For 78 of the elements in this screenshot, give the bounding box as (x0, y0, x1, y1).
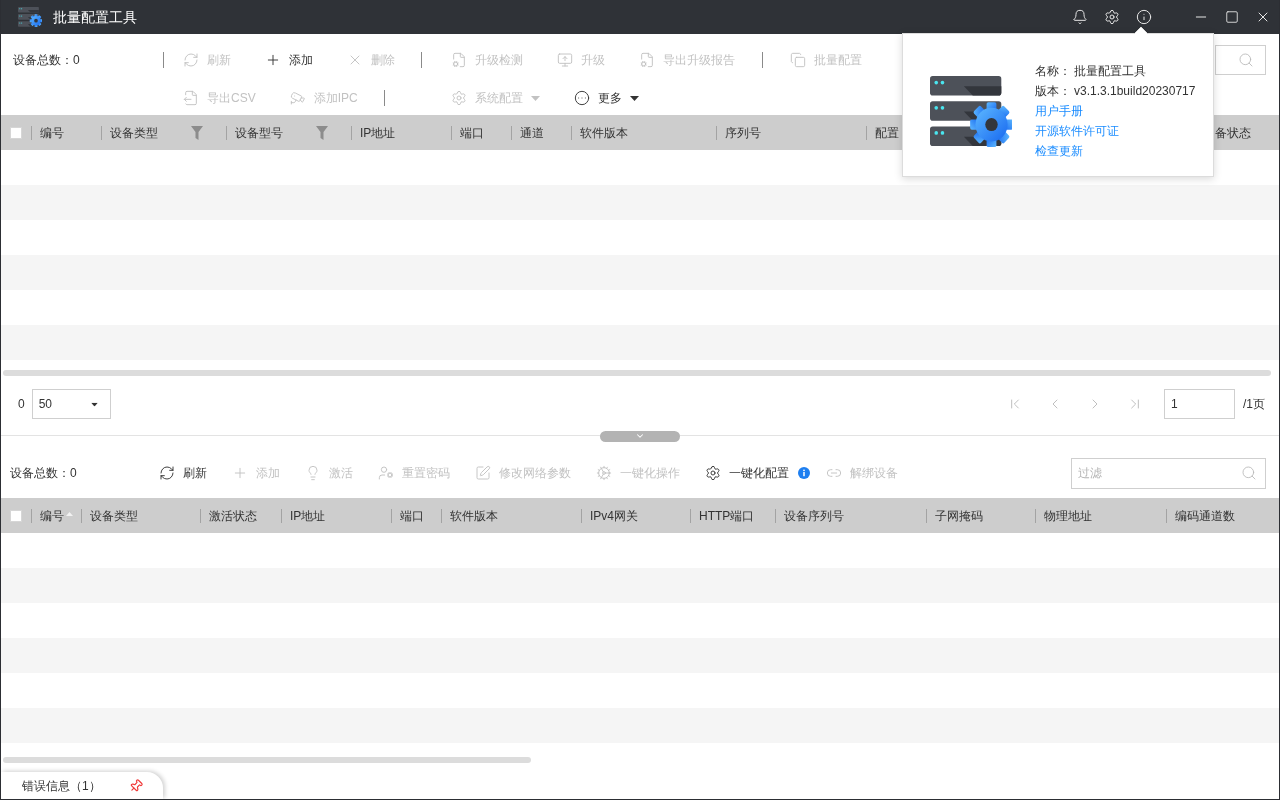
window-title: 批量配置工具 (53, 7, 137, 27)
caret-down-icon (531, 95, 540, 101)
refresh-icon (159, 465, 175, 481)
gear-icon (705, 465, 721, 481)
document-arrow-icon (183, 90, 199, 106)
search-icon (1238, 52, 1254, 68)
document-gear-icon (451, 52, 467, 68)
server-gear-icon (18, 7, 42, 27)
column-header[interactable]: 端口 (451, 115, 511, 150)
toolbar-button[interactable]: 刷新 (159, 457, 207, 489)
column-header[interactable]: 设备类型 (101, 115, 226, 150)
column-header[interactable]: 通道 (511, 115, 571, 150)
page-size-select[interactable]: 50 (31, 389, 111, 419)
error-info-tab[interactable]: 错误信息（1） (1, 772, 163, 799)
horizontal-scrollbar[interactable] (3, 757, 531, 763)
copy-icon (790, 52, 806, 68)
toolbar-button[interactable]: 更多 (557, 82, 656, 114)
collapse-handle[interactable] (600, 430, 680, 442)
filter-field[interactable]: 过滤 (1071, 457, 1266, 489)
caret-down-icon (90, 402, 98, 406)
document-gear-icon (639, 52, 655, 68)
column-header[interactable]: 编号 (31, 498, 81, 533)
total-count: 0 (18, 396, 25, 413)
maximize-icon[interactable] (1225, 10, 1239, 24)
info-icon[interactable] (1136, 9, 1152, 25)
filter-icon[interactable] (316, 125, 328, 140)
about-link[interactable]: 用户手册 (1035, 102, 1083, 120)
edit-icon (475, 465, 491, 481)
bell-icon[interactable] (1072, 9, 1088, 25)
column-header[interactable]: HTTP端口 (690, 498, 775, 533)
search-icon (1241, 464, 1257, 481)
column-header[interactable]: IP地址 (281, 498, 391, 533)
field-value: v3.1.3.1build20230717 (1074, 83, 1196, 100)
column-header[interactable]: 设备型号 (226, 115, 351, 150)
plus-icon (265, 52, 281, 68)
column-header[interactable]: 子网掩码 (926, 498, 1035, 533)
column-header[interactable]: 软件版本 (571, 115, 716, 150)
about-link[interactable]: 检查更新 (1035, 142, 1083, 160)
column-header[interactable]: 编号 (31, 115, 101, 150)
column-header[interactable]: IP地址 (351, 115, 451, 150)
toolbar-button[interactable]: 添加 (248, 44, 330, 76)
caret-down-icon (630, 95, 639, 101)
plus-icon (232, 465, 248, 481)
monitor-upload-icon (557, 52, 573, 68)
column-header[interactable]: 设备类型 (81, 498, 200, 533)
chevron-down-icon (635, 431, 645, 441)
page-count-label: /1页 (1243, 396, 1265, 413)
gear-icon (451, 90, 467, 106)
select-all-checkbox[interactable] (10, 509, 22, 522)
column-header[interactable]: 端口 (391, 498, 441, 533)
refresh-icon (183, 52, 199, 68)
device-count-label: 设备总数：0 (13, 52, 80, 69)
user-gear-icon (378, 465, 394, 481)
field-label: 版本： (1035, 83, 1072, 100)
field-label: 名称： (1035, 63, 1072, 80)
about-link[interactable]: 开源软件许可证 (1035, 122, 1119, 140)
toolbar-button[interactable]: 一键化配置 (705, 457, 789, 489)
column-header[interactable]: 配置 (866, 115, 901, 150)
camera-icon (289, 90, 306, 106)
column-header[interactable]: 编码通道数 (1166, 498, 1279, 533)
column-header[interactable]: 设备序列号 (775, 498, 926, 533)
column-header[interactable]: IPv4网关 (581, 498, 690, 533)
select-all-checkbox[interactable] (10, 126, 22, 139)
ellipsis-icon (574, 90, 590, 106)
search-field[interactable] (1215, 45, 1266, 75)
settings-icon[interactable] (1104, 9, 1120, 25)
filter-icon[interactable] (191, 125, 203, 140)
column-header[interactable]: 软件版本 (441, 498, 581, 533)
server-gear-icon (930, 75, 1012, 147)
device-count-label: 设备总数：0 (10, 466, 77, 480)
cog-icon (596, 465, 612, 481)
column-header[interactable]: 物理地址 (1035, 498, 1166, 533)
field-value: 批量配置工具 (1074, 63, 1146, 80)
page-number-field[interactable]: 1 (1164, 389, 1235, 419)
horizontal-scrollbar[interactable] (3, 370, 1271, 376)
column-header[interactable]: 序列号 (716, 115, 866, 150)
lightbulb-icon (305, 465, 321, 481)
column-header[interactable]: 激活状态 (200, 498, 281, 533)
